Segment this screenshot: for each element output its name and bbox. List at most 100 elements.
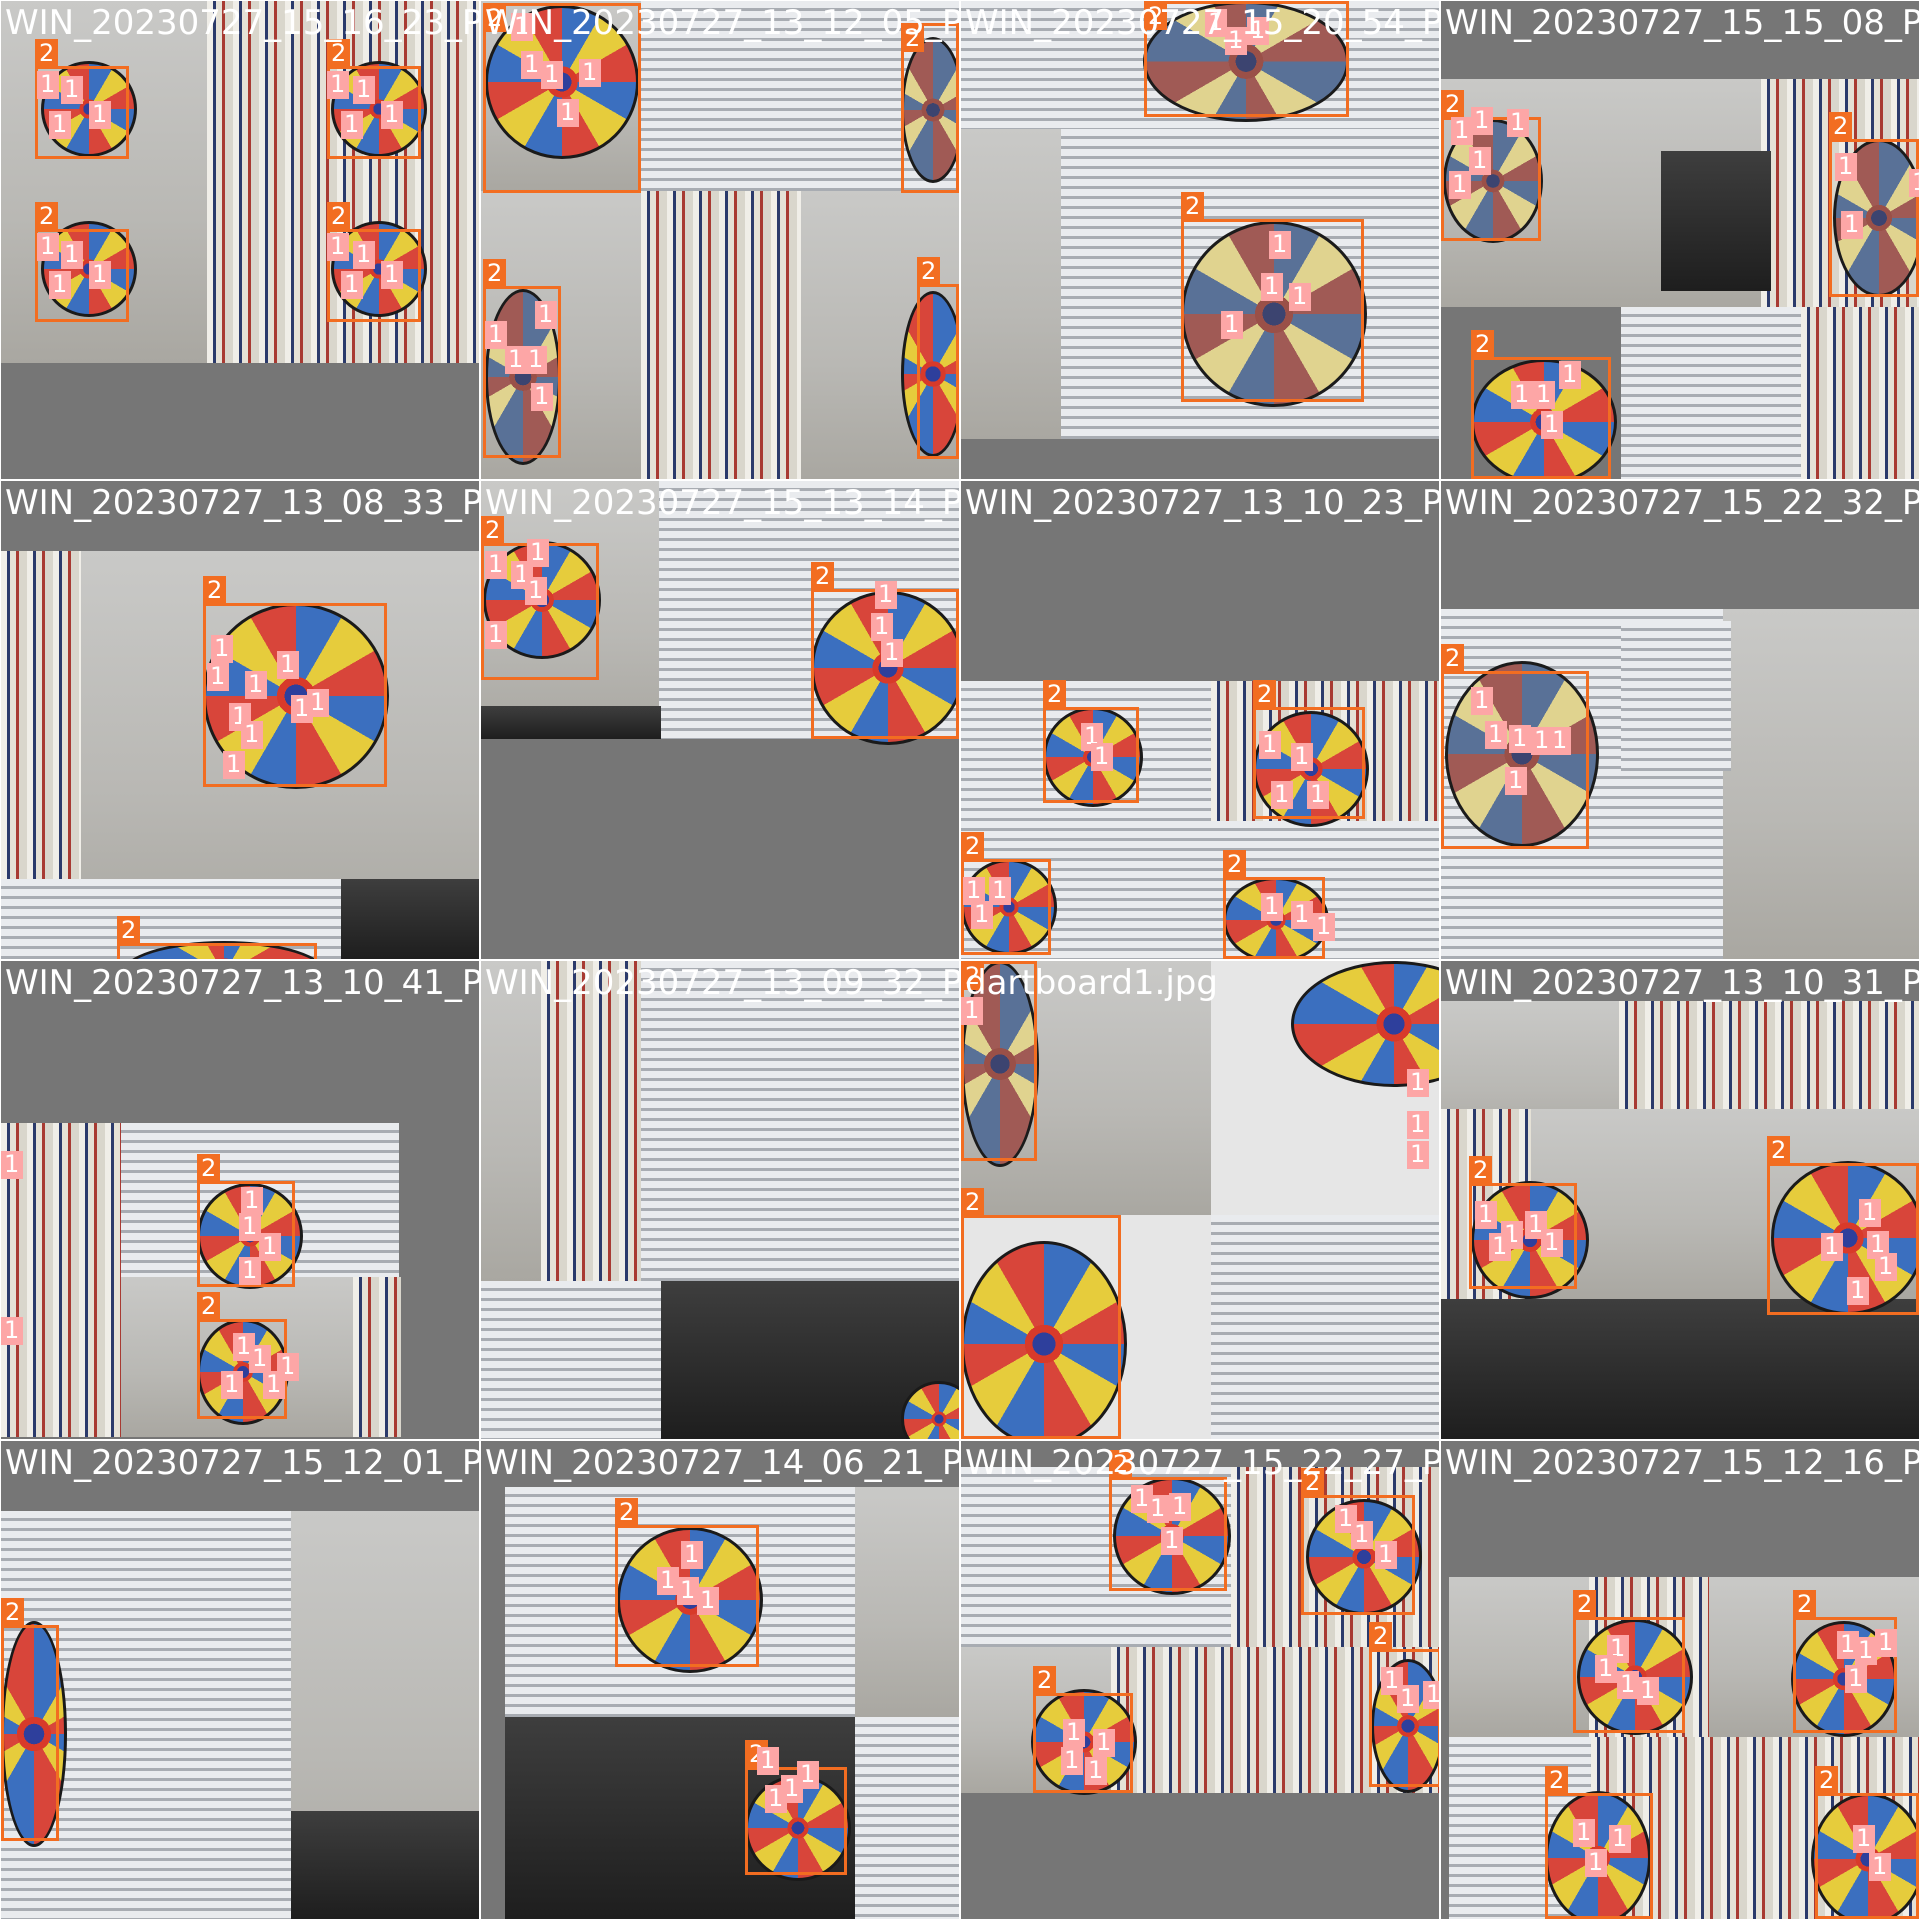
class-label-1: 1 [531, 383, 553, 409]
bbox-dart: 1 [677, 1577, 699, 1605]
class-label-2: 2 [197, 1292, 221, 1320]
class-label-1: 1 [381, 261, 403, 287]
class-label-1: 1 [239, 1213, 261, 1239]
class-label-1: 1 [1, 1317, 23, 1343]
bbox-dart: 1 [61, 241, 83, 269]
class-label-1: 1 [875, 581, 897, 607]
class-label-2: 2 [1369, 1622, 1393, 1650]
class-label-1: 1 [1485, 721, 1507, 747]
class-label-1: 1 [485, 321, 507, 347]
tile-filename: WIN_20230727_15_15_08_Pro.jpg [1445, 3, 1919, 43]
class-label-2: 2 [1469, 1156, 1493, 1184]
class-label-1: 1 [1855, 1637, 1877, 1663]
mosaic-tile: 221111111WIN_20230727_15_20_54_Pro.jpg [959, 0, 1441, 481]
class-label-1: 1 [1509, 725, 1531, 751]
class-label-1: 1 [277, 651, 299, 677]
class-label-1: 1 [541, 61, 563, 87]
bbox-dart: 1 [1847, 1277, 1869, 1305]
bbox-dart: 1 [1147, 1495, 1169, 1523]
class-label-1: 1 [1271, 781, 1293, 807]
class-label-2: 2 [917, 257, 941, 285]
bbox-dart: 1 [1475, 1201, 1497, 1229]
class-label-1: 1 [1471, 107, 1493, 133]
bbox-dart: 1 [1637, 1677, 1659, 1705]
scene-patch [1621, 307, 1801, 479]
bbox-dart: 1 [381, 101, 403, 129]
bbox-dart: 1 [37, 233, 59, 261]
class-label-1: 1 [1093, 1729, 1115, 1755]
bbox-dart: 1 [485, 321, 507, 349]
bbox-dart: 1 [249, 1345, 271, 1373]
bbox-dart: 1 [1841, 211, 1863, 239]
bbox-dartboard: 2 [917, 257, 959, 459]
class-label-1: 1 [327, 233, 349, 259]
mosaic-tile: 2 2 1 1 1 1 dartboard1.jpg [959, 959, 1441, 1441]
scene-patch [855, 1487, 959, 1717]
class-label-1: 1 [1063, 1719, 1085, 1745]
tile-filename: WIN_20230727_15_12_16_Pro.jpg [1445, 1443, 1919, 1483]
bbox-dart: 1 [1291, 901, 1313, 929]
mosaic-tile: 2211111111WIN_20230727_15_13_14_Pro.jpg [479, 479, 961, 961]
class-label-1: 1 [1637, 1677, 1659, 1703]
bbox-dart: 1 [239, 1257, 261, 1285]
class-label-1: 1 [1507, 109, 1529, 135]
bbox-dart: 1 [49, 271, 71, 299]
bbox-dart: 1 [505, 346, 527, 374]
scene-patch [641, 191, 801, 479]
bbox-dart: 1 [1909, 169, 1919, 197]
bbox-dart: 1 [1559, 361, 1581, 389]
bbox-dart: 1 [1875, 1253, 1897, 1281]
scene-patch [481, 1281, 661, 1439]
mosaic-tile: 22111111111WIN_20230727_13_08_33_Pro.jpg [0, 479, 481, 961]
class-label-1: 1 [61, 241, 83, 267]
bbox-dart: 1 [245, 671, 267, 699]
class-label-1: 1 [1085, 1757, 1107, 1783]
class-label-1: 1 [1351, 1521, 1373, 1547]
class-label-1: 1 [1541, 411, 1563, 437]
bbox-dart: 1 [221, 1371, 243, 1399]
class-label-2: 2 [35, 39, 59, 67]
class-label-1: 1 [681, 1541, 703, 1567]
mosaic-tile: 2211111111111WIN_20230727_13_10_41_Pro.j… [0, 959, 481, 1441]
bbox-dart: 1 [1397, 1685, 1419, 1713]
class-label-1: 1 [485, 551, 507, 577]
bbox-dart: 1 [1541, 1229, 1563, 1257]
class-label-1: 1 [249, 1345, 271, 1371]
scene-patch [641, 961, 959, 1281]
class-label-2: 2 [1767, 1136, 1791, 1164]
bbox-dart: 1 [341, 271, 363, 299]
class-label-2: 2 [1573, 1590, 1597, 1618]
bbox-dart: 1 [381, 261, 403, 289]
scene-patch [1449, 1577, 1589, 1737]
bbox-dart: 1 [1259, 731, 1281, 759]
bbox-dart: 1 [1469, 147, 1491, 175]
tile-filename: WIN_20230727_13_12_05_Pro.jpg [485, 3, 959, 43]
bbox-dart: 1 [277, 651, 299, 679]
class-label-1: 1 [525, 346, 547, 372]
bbox-dart: 1 [525, 346, 547, 374]
mosaic-tile: 2 2 2 2 1 1 1 1 1 1 1 1 1 1 1 1 1 1 WIN_20230727_15_22_27_… [959, 1439, 1441, 1920]
class-label-2: 2 [117, 916, 141, 944]
bbox-dartboard: 2 [961, 1188, 1121, 1439]
class-label-1: 1 [1533, 381, 1555, 407]
tile-filename: WIN_20230727_14_06_21_Pro.jpg [485, 1443, 959, 1483]
scene-patch [855, 1717, 959, 1919]
bbox-dart: 1 [1471, 107, 1493, 135]
class-label-1: 1 [871, 613, 893, 639]
bbox-dart: 1 [263, 1371, 285, 1399]
bbox-dart: 1 [1509, 725, 1531, 753]
class-label-2: 2 [1223, 850, 1247, 878]
bbox-dart: 1 [37, 71, 59, 99]
bbox-dart: 1 [971, 901, 993, 929]
class-label-1: 1 [1845, 1665, 1867, 1691]
class-label-1: 1 [1559, 361, 1581, 387]
class-label-2: 2 [1253, 680, 1277, 708]
bbox-dart: 1 [1617, 1671, 1639, 1699]
class-label-2: 2 [961, 832, 985, 860]
class-label-1: 1 [341, 111, 363, 137]
tile-filename: WIN_20230727_13_10_41_Pro.jpg [5, 963, 479, 1003]
class-label-1: 1 [1221, 311, 1243, 337]
scene-patch [341, 879, 479, 959]
class-label-1: 1 [1573, 1819, 1595, 1845]
class-label-2: 2 [1545, 1766, 1569, 1794]
